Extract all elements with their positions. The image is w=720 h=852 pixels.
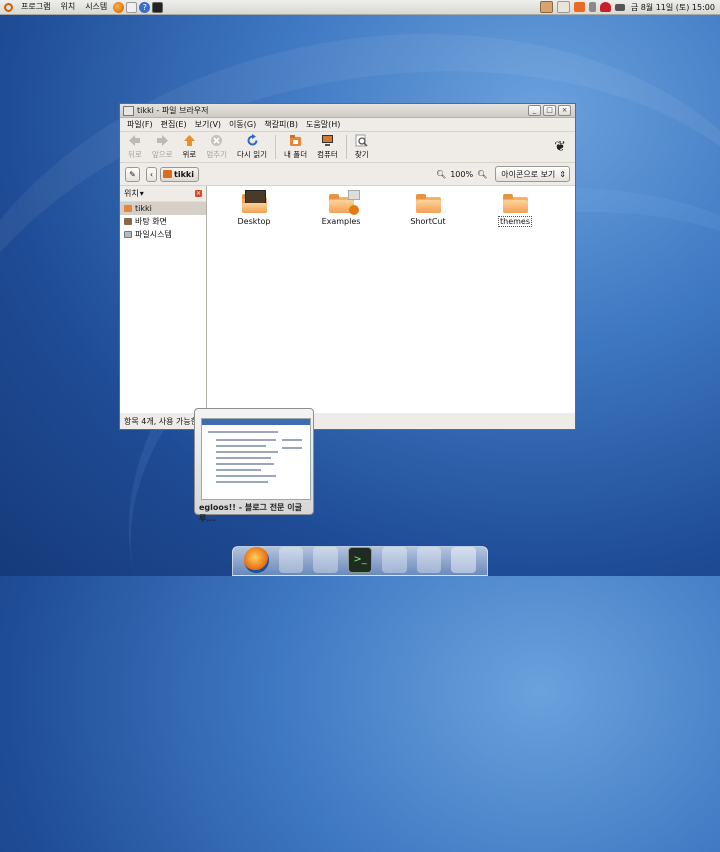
clock[interactable]: 금 8월 11일 (토) 15:00: [631, 2, 715, 13]
menu-places[interactable]: 위치: [55, 0, 80, 14]
reload-icon: [247, 134, 258, 146]
system-tray: 금 8월 11일 (토) 15:00: [538, 0, 720, 14]
menu-view[interactable]: 보기(V): [191, 119, 225, 130]
sidebar-header: 위치 ▾ ×: [120, 186, 206, 202]
window-thumbnail: [201, 418, 311, 500]
sidebar-title[interactable]: 위치: [124, 188, 139, 199]
terminal-launcher-icon[interactable]: [152, 1, 164, 13]
search-icon: [355, 134, 368, 147]
stop-icon: [211, 135, 223, 146]
zoom-level[interactable]: 100%: [450, 170, 473, 179]
ubuntu-logo-icon[interactable]: [4, 2, 13, 12]
file-browser-window: tikki - 파일 브라우저 _ □ × 파일(F) 편집(E) 보기(V) …: [119, 103, 576, 430]
arrow-left-icon: [129, 135, 141, 146]
menu-system[interactable]: 시스템: [80, 0, 112, 14]
file-item-themes[interactable]: themes: [485, 194, 545, 227]
toolbar-separator: [345, 135, 347, 159]
dock: >_: [232, 546, 488, 576]
folder-icon: [502, 194, 528, 213]
zoom-out-icon[interactable]: 🔍︎: [436, 170, 446, 179]
minimize-button[interactable]: _: [528, 105, 541, 116]
file-item-shortcut[interactable]: ShortCut: [398, 194, 458, 226]
mail-icon[interactable]: [278, 547, 304, 573]
menu-bookmarks[interactable]: 책갈피(B): [260, 119, 302, 130]
sidebar-item-filesystem[interactable]: 파일시스템: [120, 228, 206, 241]
symlink-emblem-icon: [347, 190, 360, 200]
file-item-examples[interactable]: Examples: [311, 190, 371, 226]
volume-icon[interactable]: [588, 2, 596, 12]
text-editor-icon[interactable]: [382, 547, 407, 573]
preview-title: egloos!! - 블로그 전문 이글루...: [199, 503, 302, 523]
trash-icon[interactable]: [451, 547, 477, 573]
drive-icon: [124, 231, 132, 238]
file-icon-view: Desktop Examples ShortCut themes: [207, 186, 575, 413]
back-button[interactable]: 뒤로: [123, 134, 147, 160]
game-icon[interactable]: [416, 547, 442, 573]
workspace-1-icon[interactable]: [539, 1, 553, 13]
window-preview-popup[interactable]: egloos!! - 블로그 전문 이글루...: [194, 408, 314, 523]
top-panel: 프로그램 위치 시스템 ? 금 8월 11일 (토) 15:00: [0, 0, 720, 15]
folder-icon: [415, 194, 441, 213]
terminal-icon[interactable]: >_: [347, 547, 373, 573]
chevron-down-icon[interactable]: ▾: [140, 189, 144, 198]
home-folder-icon: [124, 205, 132, 212]
sidebar-item-desktop[interactable]: 바탕 화면: [120, 215, 206, 228]
stop-button[interactable]: 멈추기: [201, 134, 232, 160]
menu-file[interactable]: 파일(F): [123, 119, 157, 130]
menu-go[interactable]: 이동(G): [225, 119, 260, 130]
zoom-control: 🔍︎ 100% 🔍︎: [434, 170, 489, 179]
search-button[interactable]: 찾기: [350, 134, 374, 160]
maximize-button[interactable]: □: [543, 105, 556, 116]
desktop-icon: [124, 218, 132, 225]
folder-icon: [241, 190, 267, 213]
window-title: tikki - 파일 브라우저: [137, 106, 209, 115]
home-button[interactable]: 내 폴더: [279, 134, 312, 160]
location-bar: ✎ ‹ tikki 🔍︎ 100% 🔍︎ 아이콘으로 보기 ⇕: [120, 163, 575, 186]
update-notifier-icon[interactable]: [573, 2, 585, 12]
path-left-arrow-button[interactable]: ‹: [146, 166, 157, 182]
mail-launcher-icon[interactable]: [126, 1, 138, 13]
sidebar: 위치 ▾ × tikki 바탕 화면 파일시스템: [120, 186, 207, 413]
forward-button[interactable]: 앞으로: [147, 134, 178, 160]
close-icon[interactable]: ×: [195, 190, 202, 197]
up-button[interactable]: 위로: [178, 134, 202, 160]
toolbar-separator: [275, 135, 277, 159]
view-mode-select[interactable]: 아이콘으로 보기 ⇕: [495, 166, 570, 182]
computer-button[interactable]: 컴퓨터: [312, 134, 343, 160]
menu-edit[interactable]: 편집(E): [157, 119, 191, 130]
status-text: 항목 4개, 사용 가능한: [124, 416, 199, 426]
gnome-logo-icon: ❦: [554, 139, 566, 155]
menubar: 파일(F) 편집(E) 보기(V) 이동(G) 책갈피(B) 도움말(H): [120, 118, 575, 132]
help-launcher-icon[interactable]: ?: [139, 1, 151, 13]
breadcrumb-label: tikki: [174, 169, 194, 179]
firefox-launcher-icon[interactable]: [113, 1, 125, 13]
home-icon: [163, 170, 172, 178]
home-folder-icon: [290, 135, 302, 146]
reload-button[interactable]: 다시 읽기: [232, 134, 272, 160]
media-icon[interactable]: [313, 547, 338, 573]
window-app-icon: [123, 105, 134, 116]
breadcrumb-home[interactable]: tikki: [160, 166, 199, 182]
firefox-icon[interactable]: [244, 547, 269, 573]
sidebar-item-home[interactable]: tikki: [120, 202, 206, 215]
select-arrows-icon: ⇕: [559, 169, 566, 179]
file-item-desktop[interactable]: Desktop: [224, 190, 284, 226]
menu-help[interactable]: 도움말(H): [302, 119, 344, 130]
lock-emblem-icon: [348, 205, 359, 215]
workspace-2-icon[interactable]: [556, 1, 570, 13]
window-titlebar[interactable]: tikki - 파일 브라우저 _ □ ×: [120, 104, 575, 118]
toggle-location-entry-button[interactable]: ✎: [125, 166, 140, 182]
zoom-in-icon[interactable]: 🔍︎: [477, 170, 487, 179]
status-bar: 항목 4개, 사용 가능한: [120, 414, 575, 428]
arrow-up-icon: [183, 135, 195, 146]
menu-applications[interactable]: 프로그램: [16, 0, 55, 14]
arrow-right-icon: [156, 135, 168, 146]
shield-icon[interactable]: [599, 2, 611, 12]
computer-icon: [321, 135, 333, 146]
close-button[interactable]: ×: [558, 105, 571, 116]
toolbar: 뒤로 앞으로 위로 멈추기 다시 읽기 내 폴더 컴퓨터 찾기 ❦: [120, 132, 575, 163]
network-icon[interactable]: [614, 3, 625, 11]
folder-icon: [328, 190, 360, 215]
